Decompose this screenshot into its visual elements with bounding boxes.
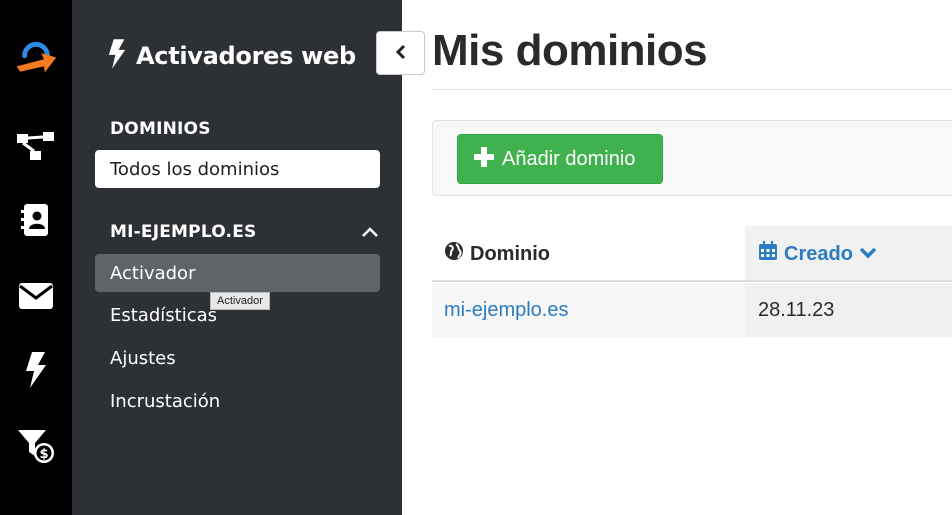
sidebar-title: Activadores web — [108, 36, 356, 76]
logo-icon[interactable] — [14, 32, 58, 76]
chevron-up-icon[interactable] — [360, 222, 380, 242]
contacts-icon[interactable] — [14, 198, 58, 242]
sidebar-title-text: Activadores web — [136, 42, 356, 70]
column-header-created-label: Creado — [784, 242, 853, 265]
svg-text:$: $ — [39, 447, 48, 462]
plus-icon — [474, 146, 494, 172]
table-cell-domain-link[interactable]: mi-ejemplo.es — [432, 283, 745, 337]
sidebar-item-settings[interactable]: Ajustes — [95, 339, 380, 377]
table-header-divider — [432, 280, 952, 282]
main-content: Mis dominios Añadir dominio Dominio Crea… — [402, 0, 952, 515]
tooltip: Activador — [210, 292, 270, 310]
title-divider — [432, 89, 952, 90]
column-header-domain-label: Dominio — [470, 242, 550, 265]
toolbar: Añadir dominio — [432, 120, 952, 196]
chevron-left-icon — [394, 44, 408, 63]
sidebar-item-activator[interactable]: Activador — [95, 254, 380, 292]
column-header-domain: Dominio — [432, 226, 745, 282]
sidebar: Activadores web DOMINIOS Todos los domin… — [72, 0, 402, 515]
lightning-icon — [108, 38, 126, 74]
calendar-icon — [758, 241, 778, 267]
collapse-sidebar-button[interactable] — [376, 31, 425, 75]
globe-icon — [444, 241, 464, 267]
sidebar-item-all-domains[interactable]: Todos los dominios — [95, 150, 380, 188]
table-cell-created: 28.11.23 — [745, 283, 952, 337]
workflow-icon[interactable] — [14, 124, 58, 168]
chevron-down-icon — [859, 243, 877, 266]
section-heading-dominios: DOMINIOS — [110, 119, 211, 139]
icon-rail: $ — [0, 0, 72, 515]
column-header-created[interactable]: Creado — [745, 226, 952, 282]
page-title: Mis dominios — [432, 26, 708, 75]
lightning-icon[interactable] — [14, 348, 58, 392]
add-domain-label: Añadir dominio — [502, 147, 636, 170]
sidebar-item-embed[interactable]: Incrustación — [95, 382, 380, 420]
funnel-dollar-icon[interactable]: $ — [14, 422, 58, 466]
section-heading-domain: MI-EJEMPLO.ES — [110, 222, 257, 242]
email-icon[interactable] — [14, 274, 58, 318]
add-domain-button[interactable]: Añadir dominio — [457, 134, 663, 184]
